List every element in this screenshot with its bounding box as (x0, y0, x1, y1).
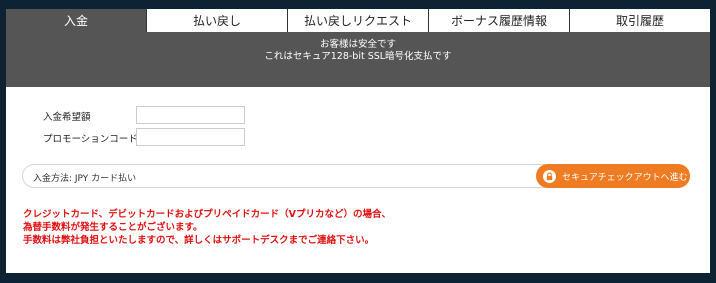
security-banner-line2: これはセキュア128-bit SSL暗号化支払です (264, 51, 452, 62)
amount-input[interactable] (136, 106, 245, 124)
deposit-panel: 入金 払い戻し 払い戻しリクエスト ボーナス履歴情報 取引履歴 お客様は安全です… (6, 9, 710, 276)
promo-label: プロモーションコード (43, 134, 138, 145)
secure-checkout-label: セキュアチェックアウトへ進む (562, 172, 688, 183)
lock-icon (543, 169, 556, 183)
amount-label: 入金希望額 (43, 112, 91, 123)
deposit-form: 入金希望額 プロモーションコード (6, 87, 710, 159)
promo-row: プロモーションコード (6, 128, 306, 146)
bottom-divider (6, 273, 710, 276)
payment-method-label: 入金方法: JPY カード払い (33, 174, 137, 184)
fee-notice-line3: 手数料は弊社負担といたしますので、詳しくはサポートデスクまでご連絡下さい。 (23, 235, 375, 246)
amount-row: 入金希望額 (6, 106, 306, 124)
tab-withdrawal-request[interactable]: 払い戻しリクエスト (288, 9, 429, 32)
tab-deposit[interactable]: 入金 (6, 9, 147, 32)
security-banner: お客様は安全です これはセキュア128-bit SSL暗号化支払です (6, 32, 710, 87)
promo-code-input[interactable] (136, 128, 245, 146)
fee-notice-line1: クレジットカード、デビットカードおよびプリペイドカード（Vプリカなど）の場合、 (23, 209, 391, 220)
tab-withdrawal[interactable]: 払い戻し (147, 9, 288, 32)
fee-notice-line2: 為替手数料が発生することがございます。 (23, 222, 203, 233)
secure-checkout-button[interactable]: セキュアチェックアウトへ進む (536, 164, 690, 188)
tab-bonus-history[interactable]: ボーナス履歴情報 (429, 9, 570, 32)
security-banner-line1: お客様は安全です (319, 39, 396, 50)
tab-transaction-history[interactable]: 取引履歴 (570, 9, 710, 32)
tab-bar: 入金 払い戻し 払い戻しリクエスト ボーナス履歴情報 取引履歴 (6, 9, 710, 32)
payment-method-bar: 入金方法: JPY カード払い セキュアチェックアウトへ進む (22, 164, 690, 188)
fee-notice: クレジットカード、デビットカードおよびプリペイドカード（Vプリカなど）の場合、 … (23, 208, 391, 247)
